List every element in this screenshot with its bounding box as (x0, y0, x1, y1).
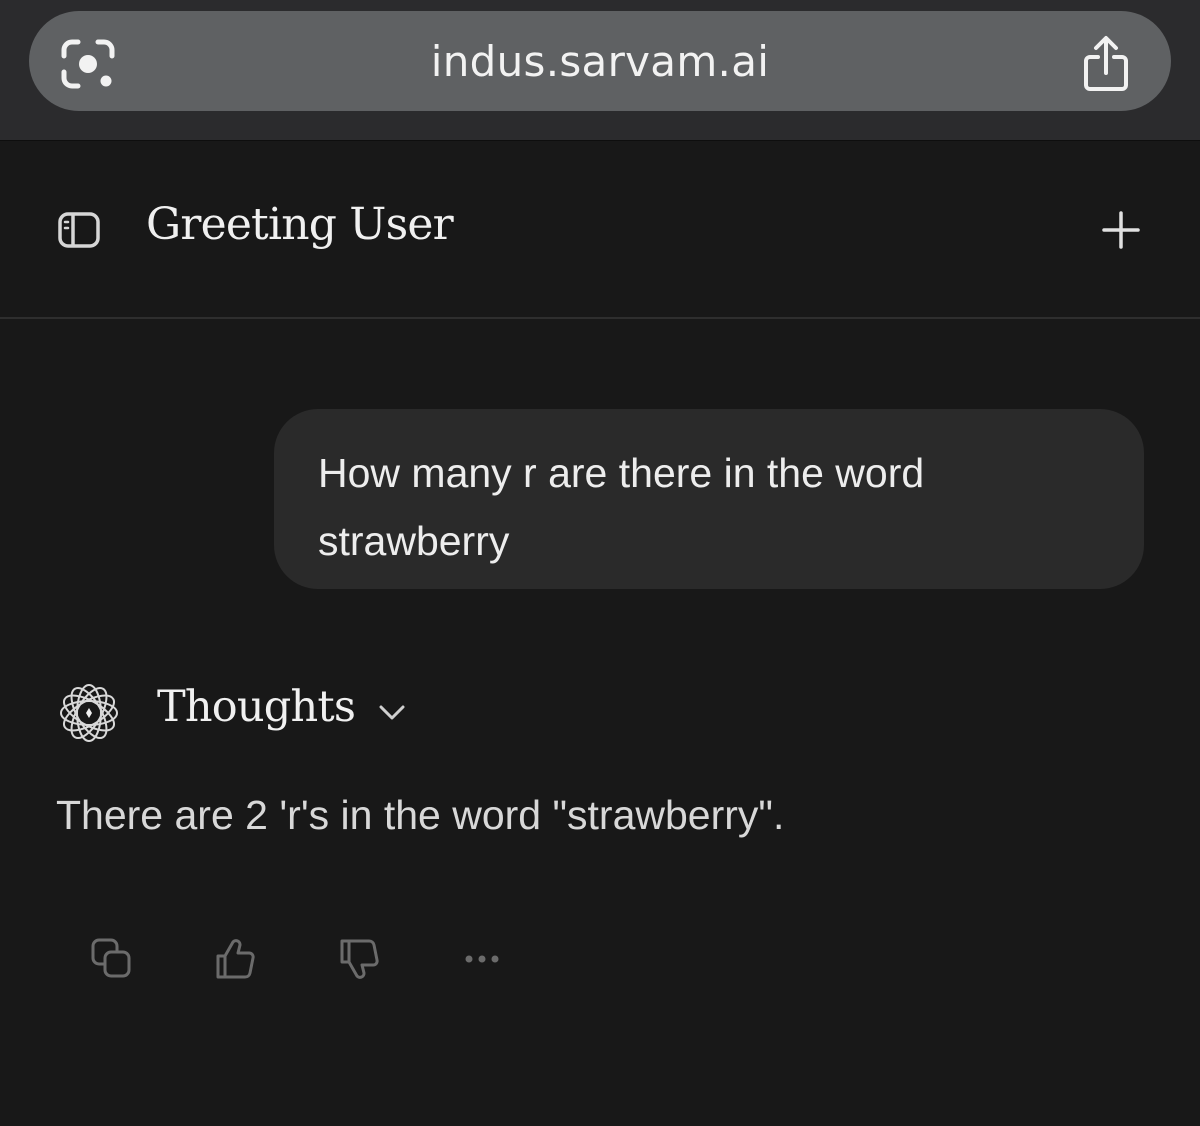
browser-toolbar: indus.sarvam.ai (0, 0, 1200, 141)
thumbs-up-icon[interactable] (212, 936, 258, 982)
thoughts-label: Thoughts (157, 682, 356, 732)
plus-icon[interactable] (1100, 209, 1142, 251)
user-message-text: How many r are there in the word strawbe… (318, 450, 925, 564)
assistant-message-text: There are 2 'r's in the word "strawberry… (56, 792, 785, 838)
assistant-logo-icon (60, 684, 118, 742)
chat-header: Greeting User (0, 141, 1200, 319)
thoughts-toggle[interactable]: Thoughts (56, 680, 456, 750)
copy-icon[interactable] (89, 936, 135, 982)
thumbs-down-icon[interactable] (336, 936, 382, 982)
share-icon[interactable] (1078, 33, 1134, 95)
chevron-down-icon[interactable] (376, 700, 408, 724)
sidebar-toggle-icon[interactable] (56, 209, 102, 251)
url-text[interactable]: indus.sarvam.ai (29, 37, 1171, 86)
address-bar[interactable]: indus.sarvam.ai (29, 11, 1171, 111)
chat-title: Greeting User (146, 199, 454, 250)
more-icon[interactable] (459, 936, 505, 982)
user-message-bubble: How many r are there in the word strawbe… (274, 409, 1144, 589)
